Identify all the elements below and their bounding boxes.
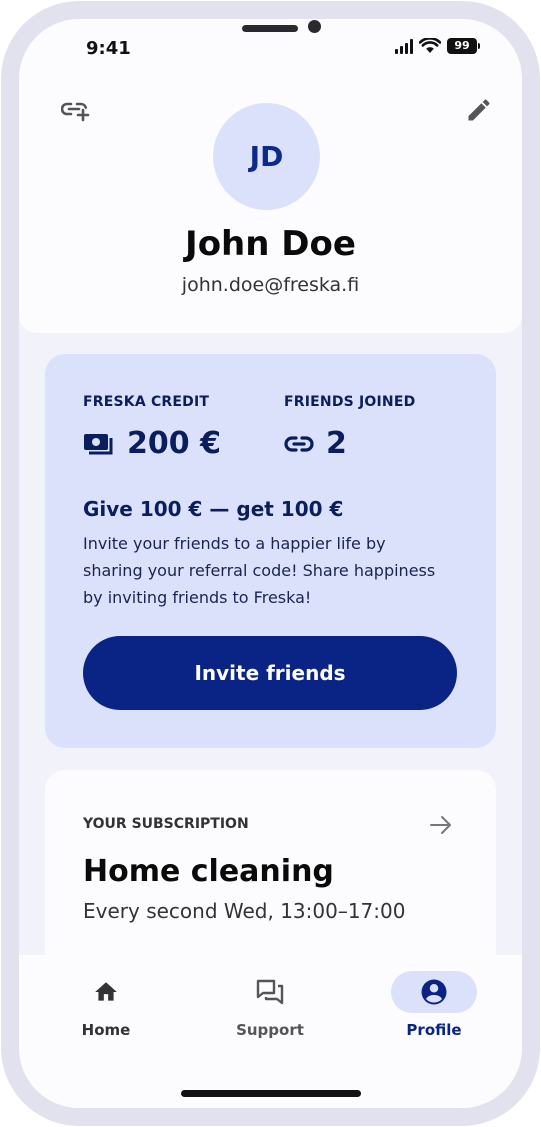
speaker (242, 25, 298, 32)
link-icon (284, 435, 314, 452)
nav-label-profile: Profile (406, 1021, 462, 1039)
device-notch (148, 19, 394, 57)
friends-value: 2 (326, 426, 347, 461)
phone-frame: JD John Doe john.doe@freska.fi 9:41 99 F… (1, 1, 540, 1126)
invite-friends-button[interactable]: Invite friends (83, 636, 457, 710)
edit-icon[interactable] (465, 96, 493, 124)
promo-title: Give 100 € — get 100 € (83, 497, 344, 521)
subscription-title: Home cleaning (83, 854, 334, 889)
account-circle-icon (421, 979, 447, 1005)
referral-card: FRESKA CREDIT 200 € FRIENDS JOINED 2 Giv… (45, 354, 496, 748)
nav-label-home: Home (81, 1021, 131, 1039)
nav-item-profile[interactable]: Profile (374, 971, 494, 1051)
bottom-nav: Home Support Profile (19, 955, 522, 1108)
signal-icon (395, 38, 413, 54)
credit-label: FRESKA CREDIT (83, 394, 210, 410)
nav-icon-wrap (63, 971, 149, 1013)
nav-label-support: Support (236, 1021, 304, 1039)
battery-level: 99 (447, 38, 477, 54)
profile-email: john.doe@freska.fi (181, 274, 360, 296)
nav-icon-wrap (227, 971, 313, 1013)
friends-stat: 2 (284, 426, 347, 461)
status-icons: 99 (395, 38, 480, 54)
subscription-label: YOUR SUBSCRIPTION (83, 816, 249, 832)
chat-icon (256, 979, 284, 1005)
status-time: 9:41 (86, 38, 131, 59)
money-icon (84, 433, 113, 454)
subscription-schedule: Every second Wed, 13:00–17:00 (83, 899, 406, 923)
promo-text: Invite your friends to a happier life by… (83, 534, 436, 607)
friends-label: FRIENDS JOINED (284, 394, 416, 410)
profile-header: JD John Doe john.doe@freska.fi (19, 19, 522, 333)
nav-item-home[interactable]: Home (46, 971, 166, 1051)
home-indicator (181, 1090, 361, 1097)
nav-item-support[interactable]: Support (210, 971, 330, 1051)
avatar: JD (213, 103, 320, 210)
nav-icon-wrap-active (391, 971, 477, 1013)
profile-name: John Doe (185, 224, 356, 264)
home-icon (95, 982, 117, 1001)
link-add-icon[interactable] (61, 98, 91, 122)
wifi-icon (419, 38, 441, 53)
credit-stat: 200 € (83, 426, 221, 461)
credit-value: 200 € (127, 426, 221, 461)
arrow-right-icon[interactable] (429, 813, 453, 837)
battery-icon: 99 (447, 38, 480, 54)
camera (308, 20, 321, 33)
